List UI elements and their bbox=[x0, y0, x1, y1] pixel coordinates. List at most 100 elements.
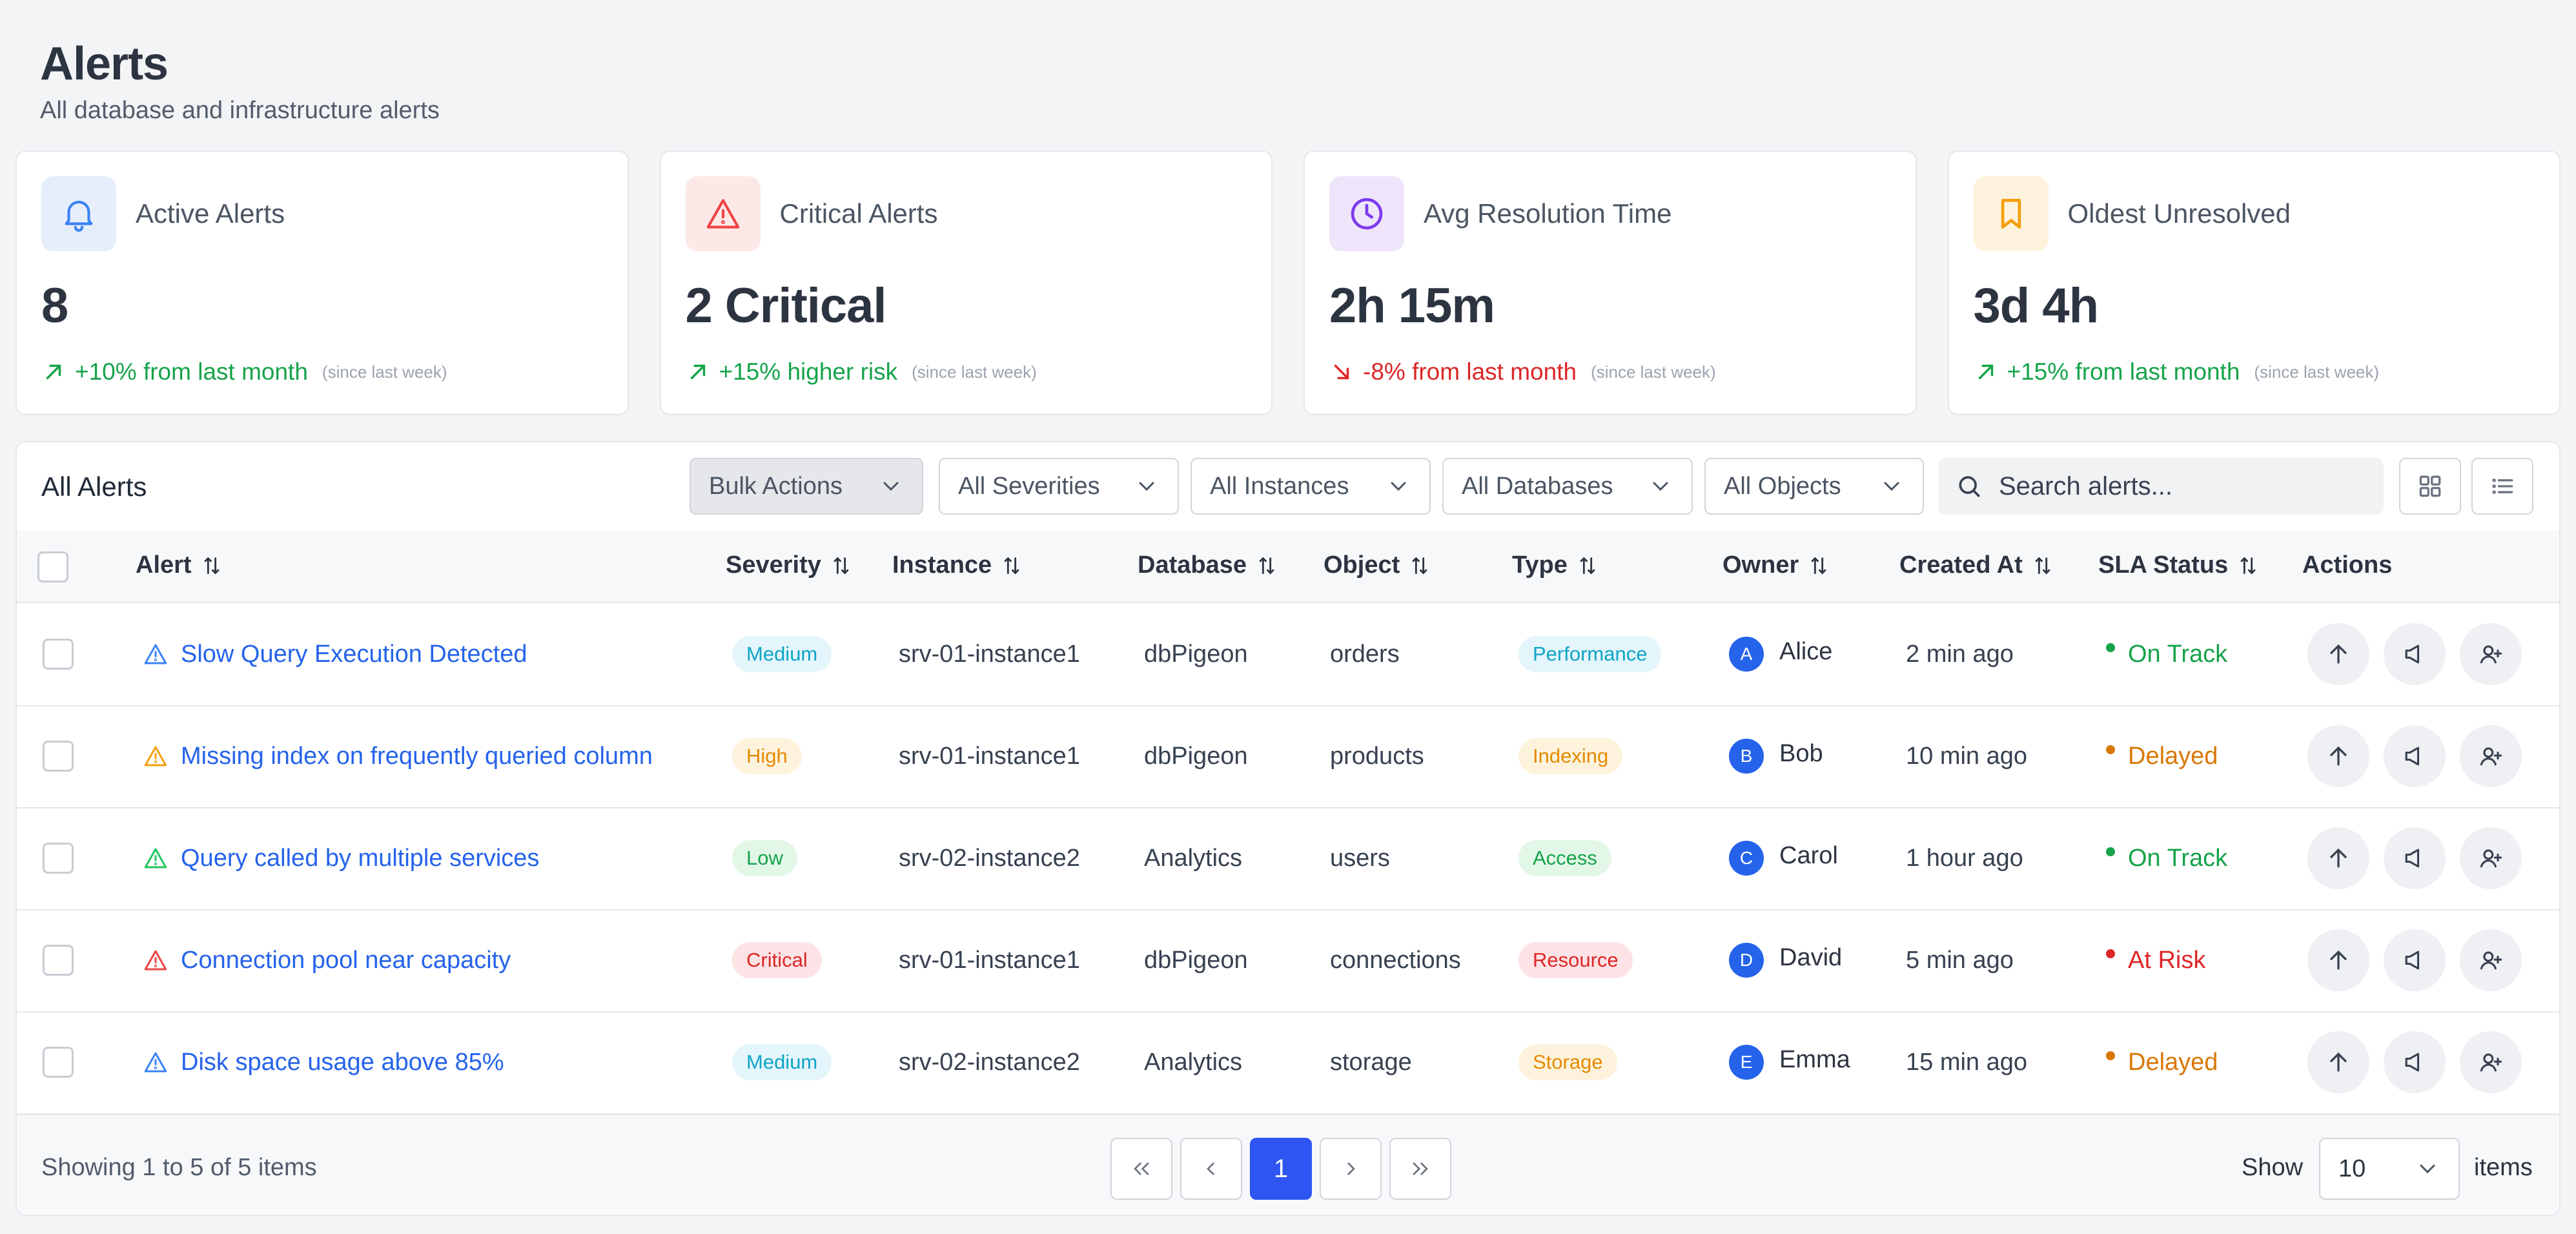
notify-button[interactable] bbox=[2384, 827, 2446, 889]
instance-filter-dropdown[interactable]: All Instances bbox=[1191, 458, 1431, 515]
next-page-button[interactable] bbox=[1320, 1138, 1382, 1200]
chevrons-right-icon bbox=[1413, 1162, 1428, 1175]
stat-since: (since last week) bbox=[912, 362, 1037, 382]
column-header-alert[interactable]: Alert bbox=[136, 551, 223, 579]
list-view-button[interactable] bbox=[2471, 458, 2533, 515]
row-checkbox[interactable] bbox=[43, 639, 74, 670]
column-header-severity[interactable]: Severity bbox=[726, 551, 852, 579]
stat-value: 8 bbox=[41, 278, 68, 333]
search-input[interactable] bbox=[1998, 471, 2362, 502]
column-header-database[interactable]: Database bbox=[1138, 551, 1278, 579]
last-page-button[interactable] bbox=[1389, 1138, 1451, 1200]
object-filter-dropdown[interactable]: All Objects bbox=[1704, 458, 1924, 515]
column-header-owner[interactable]: Owner bbox=[1722, 551, 1830, 579]
alert-link[interactable]: Connection pool near capacity bbox=[142, 947, 511, 974]
sla-dot-icon bbox=[2106, 745, 2115, 754]
stat-label: Avg Resolution Time bbox=[1424, 198, 1672, 229]
table-row[interactable]: Slow Query Execution Detected Medium srv-0… bbox=[17, 603, 2559, 706]
database-cell: Analytics bbox=[1144, 844, 1243, 872]
first-page-button[interactable] bbox=[1110, 1138, 1172, 1200]
column-label: Severity bbox=[726, 551, 821, 579]
table-row[interactable]: Query called by multiple services Low srv-… bbox=[17, 807, 2559, 910]
page-size-label: Show bbox=[2242, 1154, 2304, 1181]
search-box[interactable] bbox=[1938, 458, 2384, 515]
notify-button[interactable] bbox=[2384, 623, 2446, 685]
column-label: Owner bbox=[1722, 551, 1799, 579]
created-at-cell: 1 hour ago bbox=[1906, 844, 2023, 872]
alert-link[interactable]: Slow Query Execution Detected bbox=[142, 641, 527, 668]
row-checkbox[interactable] bbox=[43, 741, 74, 772]
type-badge: Performance bbox=[1518, 636, 1662, 672]
arrow-up-icon bbox=[2330, 950, 2347, 970]
database-filter-label: All Databases bbox=[1462, 472, 1613, 500]
grid-view-button[interactable] bbox=[2399, 458, 2461, 515]
database-filter-dropdown[interactable]: All Databases bbox=[1442, 458, 1693, 515]
search-icon bbox=[1959, 476, 1980, 497]
notify-button[interactable] bbox=[2384, 725, 2446, 787]
severity-badge: Low bbox=[732, 840, 797, 876]
stat-value: 2h 15m bbox=[1329, 278, 1495, 333]
column-header-created-at[interactable]: Created At bbox=[1899, 551, 2054, 579]
instance-cell: srv-01-instance1 bbox=[899, 640, 1080, 668]
owner-cell: C Carol bbox=[1729, 807, 1838, 909]
assign-user-button[interactable] bbox=[2460, 827, 2522, 889]
arrow-down-right-icon bbox=[1334, 364, 1349, 380]
column-label: SLA Status bbox=[2098, 551, 2229, 579]
bulk-actions-dropdown[interactable]: Bulk Actions bbox=[690, 458, 923, 515]
chevron-down-icon bbox=[1139, 482, 1154, 491]
column-header-instance[interactable]: Instance bbox=[892, 551, 1023, 579]
sort-icon bbox=[204, 557, 219, 574]
sla-text: On Track bbox=[2128, 640, 2228, 668]
escalate-button[interactable] bbox=[2307, 725, 2369, 787]
alert-cell: Disk space usage above 85% bbox=[142, 1011, 504, 1113]
alert-link[interactable]: Missing index on frequently queried colu… bbox=[142, 743, 653, 770]
sla-status: On Track bbox=[2106, 845, 2227, 872]
severity-badge: Medium bbox=[732, 636, 832, 672]
assign-user-button[interactable] bbox=[2460, 623, 2522, 685]
page-subtitle: All database and infrastructure alerts bbox=[40, 97, 440, 124]
assign-user-button[interactable] bbox=[2460, 725, 2522, 787]
table-row[interactable]: Missing index on frequently queried colu… bbox=[17, 705, 2559, 808]
assign-user-button[interactable] bbox=[2460, 929, 2522, 991]
severity-badge: Critical bbox=[732, 942, 822, 978]
sort-icon bbox=[2035, 557, 2050, 574]
notify-button[interactable] bbox=[2384, 929, 2446, 991]
column-header-type[interactable]: Type bbox=[1512, 551, 1599, 579]
notify-button[interactable] bbox=[2384, 1031, 2446, 1093]
chevron-left-icon bbox=[1207, 1162, 1214, 1175]
escalate-button[interactable] bbox=[2307, 929, 2369, 991]
row-checkbox[interactable] bbox=[43, 945, 74, 976]
alerts-table-panel: All Alerts Bulk Actions All Severities A… bbox=[15, 441, 2561, 1216]
table-header: Alert Severity Instance Database Object … bbox=[17, 531, 2559, 603]
chevron-down-icon bbox=[883, 482, 899, 491]
sla-cell: On Track bbox=[2106, 603, 2227, 705]
table-row[interactable]: Connection pool near capacity Critical srv… bbox=[17, 909, 2559, 1013]
sla-text: Delayed bbox=[2128, 1048, 2218, 1076]
assign-user-button[interactable] bbox=[2460, 1031, 2522, 1093]
instance-cell: srv-02-instance2 bbox=[899, 844, 1080, 872]
row-checkbox[interactable] bbox=[43, 1047, 74, 1078]
severity-filter-dropdown[interactable]: All Severities bbox=[939, 458, 1179, 515]
database-cell: dbPigeon bbox=[1144, 742, 1248, 770]
alert-link[interactable]: Query called by multiple services bbox=[142, 845, 539, 872]
page-size-select[interactable]: 10 bbox=[2319, 1138, 2460, 1200]
page-button-current[interactable]: 1 bbox=[1250, 1138, 1312, 1200]
row-checkbox[interactable] bbox=[43, 843, 74, 874]
alert-title: Slow Query Execution Detected bbox=[181, 640, 527, 668]
escalate-button[interactable] bbox=[2307, 827, 2369, 889]
column-header-object[interactable]: Object bbox=[1324, 551, 1431, 579]
escalate-button[interactable] bbox=[2307, 623, 2369, 685]
sla-status: Delayed bbox=[2106, 743, 2218, 770]
alert-link[interactable]: Disk space usage above 85% bbox=[142, 1049, 504, 1076]
panel-title: All Alerts bbox=[41, 471, 147, 502]
instance-cell: srv-02-instance2 bbox=[899, 1048, 1080, 1076]
select-all-checkbox[interactable] bbox=[37, 551, 68, 582]
database-cell: dbPigeon bbox=[1144, 640, 1248, 668]
escalate-button[interactable] bbox=[2307, 1031, 2369, 1093]
table-row[interactable]: Disk space usage above 85% Medium srv-02-i… bbox=[17, 1011, 2559, 1115]
column-header-sla-status[interactable]: SLA Status bbox=[2098, 551, 2259, 579]
prev-page-button[interactable] bbox=[1180, 1138, 1242, 1200]
column-header-actions: Actions bbox=[2302, 551, 2392, 579]
alerts-page: Alerts All database and infrastructure a… bbox=[0, 0, 2576, 1234]
owner-cell: D David bbox=[1729, 909, 1842, 1011]
